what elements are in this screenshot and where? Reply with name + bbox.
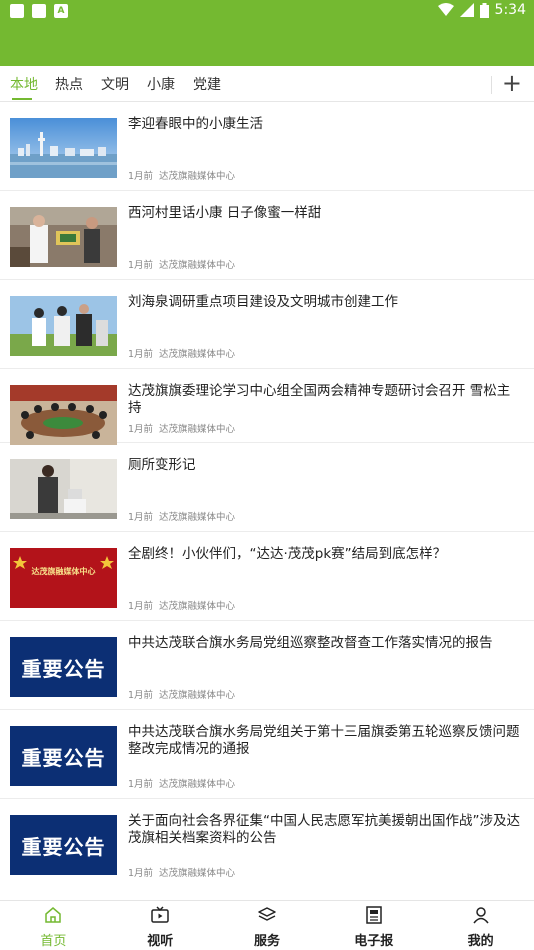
article-title: 李迎春眼中的小康生活 [128,116,263,132]
tab-divider [491,76,492,94]
nav-profile[interactable]: 我的 [427,901,534,950]
article-title: 达茂旗旗委理论学习中心组全国两会精神专题研讨会召开 雪松主持 [128,383,511,416]
article-title: 全剧终！小伙伴们，“达达·茂茂pk赛”结局到底怎样？ [128,546,447,562]
article-source: 达茂旗融媒体中心 [159,260,236,271]
article-meta: 1月前 达茂旗融媒体中心 [128,865,235,879]
article-thumbnail [10,459,117,519]
article-thumbnail [10,296,117,356]
wifi-icon [437,3,454,16]
status-bar: A 5:34 [0,0,534,22]
app-notification-icon: A [54,4,68,18]
list-item[interactable]: 重要公告 关于面向社会各界征集“中国人民志愿军抗美援朝出国作战”涉及达茂旗相关档… [0,799,534,888]
nav-media[interactable]: 视听 [107,901,214,950]
tab-party[interactable]: 党建 [193,74,221,94]
article-time: 1月前 [128,868,154,879]
tab-hot[interactable]: 热点 [55,74,83,94]
tv-play-icon [151,906,169,923]
article-source: 达茂旗融媒体中心 [159,349,236,360]
tab-xiaokang[interactable]: 小康 [147,74,175,94]
battery-icon [479,2,489,18]
tab-civilization[interactable]: 文明 [101,74,129,94]
nav-services[interactable]: 服务 [214,901,321,950]
user-icon [472,907,489,924]
article-meta: 1月前 达茂旗融媒体中心 [128,168,235,182]
article-thumbnail [10,385,117,445]
article-title: 中共达茂联合旗水务局党组巡察整改督查工作落实情况的报告 [128,635,493,651]
article-meta: 1月前 达茂旗融媒体中心 [128,509,235,523]
article-time: 1月前 [128,601,154,612]
article-meta: 1月前 达茂旗融媒体中心 [128,776,235,790]
app-bar [0,22,534,66]
article-time: 1月前 [128,424,154,435]
home-icon [45,907,62,923]
article-time: 1月前 [128,171,154,182]
category-tabs: 本地 热点 文明 小康 党建 + [0,66,534,102]
article-title: 西河村里话小康 日子像蜜一样甜 [128,205,322,221]
nav-profile-label: 我的 [467,934,494,949]
article-source: 达茂旗融媒体中心 [159,512,236,523]
article-thumbnail [10,118,117,178]
article-source: 达茂旗融媒体中心 [159,868,236,879]
notice-thumbnail: 重要公告 [10,815,117,875]
article-source: 达茂旗融媒体中心 [159,779,236,790]
article-time: 1月前 [128,349,154,360]
article-source: 达茂旗融媒体中心 [159,690,236,701]
article-source: 达茂旗融媒体中心 [159,601,236,612]
list-item[interactable]: 西河村里话小康 日子像蜜一样甜 1月前 达茂旗融媒体中心 [0,191,534,280]
article-source: 达茂旗融媒体中心 [159,424,236,435]
notification-icon [10,4,24,18]
signal-icon [459,3,474,17]
bottom-navigation: 首页 视听 服务 电子报 我的 [0,900,534,950]
list-item[interactable]: 达茂旗融媒体中心 全剧终！小伙伴们，“达达·茂茂pk赛”结局到底怎样？ 1月前达… [0,532,534,621]
article-meta: 1月前 达茂旗融媒体中心 [128,257,235,271]
article-list: 李迎春眼中的小康生活 1月前 达茂旗融媒体中心 西河村里话小康 日子像蜜一样甜 1… [0,102,534,888]
article-thumbnail: 达茂旗融媒体中心 [10,548,117,608]
layers-icon [258,907,276,921]
nav-services-label: 服务 [253,934,280,949]
nav-epaper[interactable]: 电子报 [320,901,427,950]
newspaper-icon [366,906,382,924]
banner-text: 达茂旗融媒体中心 [31,567,96,576]
article-time: 1月前 [128,512,154,523]
list-item[interactable]: 达茂旗旗委理论学习中心组全国两会精神专题研讨会召开 雪松主持 1月前 达茂旗融媒体… [0,369,534,445]
notification-icon [32,4,46,18]
active-tab-indicator [12,98,32,100]
article-thumbnail [10,207,117,267]
list-item[interactable]: 厕所变形记 1月前 达茂旗融媒体中心 [0,443,534,532]
plus-icon[interactable]: + [502,70,522,96]
article-meta: 1月前 达茂旗融媒体中心 [128,346,235,360]
list-item[interactable]: 李迎春眼中的小康生活 1月前 达茂旗融媒体中心 [0,102,534,191]
article-time: 1月前 [128,779,154,790]
article-title: 关于面向社会各界征集“中国人民志愿军抗美援朝出国作战”涉及达茂旗相关档案资料的公… [128,813,520,846]
status-time: 5:34 [494,2,526,18]
article-title: 厕所变形记 [128,457,196,473]
tab-local[interactable]: 本地 [10,74,38,94]
article-title: 刘海泉调研重点项目建设及文明城市创建工作 [128,294,398,310]
nav-media-label: 视听 [147,934,174,949]
notice-thumbnail: 重要公告 [10,726,117,786]
nav-home-label: 首页 [40,934,67,949]
list-item[interactable]: 重要公告 中共达茂联合旗水务局党组关于第十三届旗委第五轮巡察反馈问题整改完成情况… [0,710,534,799]
article-title: 中共达茂联合旗水务局党组关于第十三届旗委第五轮巡察反馈问题整改完成情况的通报 [128,724,520,757]
list-item[interactable]: 刘海泉调研重点项目建设及文明城市创建工作 1月前 达茂旗融媒体中心 [0,280,534,369]
article-time: 1月前 [128,690,154,701]
article-source: 达茂旗融媒体中心 [159,171,236,182]
list-item[interactable]: 重要公告 中共达茂联合旗水务局党组巡察整改督查工作落实情况的报告 1月前 达茂旗融… [0,621,534,710]
article-time: 1月前 [128,260,154,271]
nav-home[interactable]: 首页 [0,901,107,950]
nav-epaper-label: 电子报 [354,934,394,949]
article-meta: 1月前 达茂旗融媒体中心 [128,687,235,701]
notice-thumbnail: 重要公告 [10,637,117,697]
article-meta: 1月前 达茂旗融媒体中心 [128,421,235,435]
article-meta: 1月前 达茂旗融媒体中心 [128,598,235,612]
